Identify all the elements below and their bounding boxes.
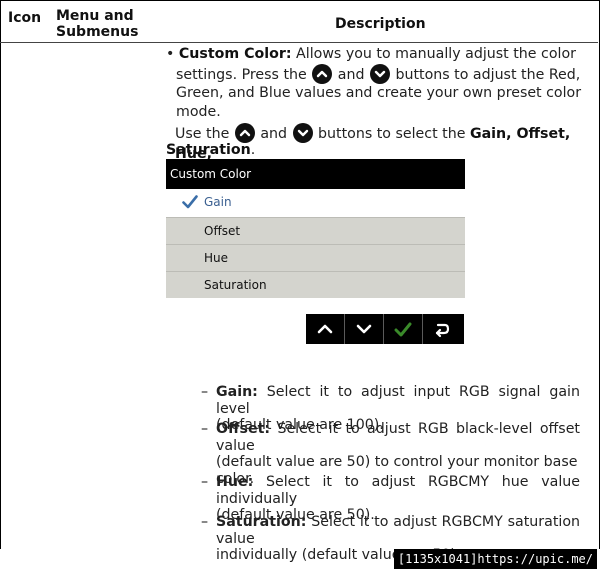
table-header: Icon Menu and Submenus Description [0, 0, 598, 43]
down-button-icon [292, 123, 313, 143]
osd-item-gain[interactable]: Gain [166, 189, 465, 216]
back-icon [435, 323, 450, 338]
intro-text5b: and [255, 126, 292, 142]
nav-back-button[interactable] [423, 314, 464, 344]
nav-confirm-button[interactable] [384, 314, 423, 344]
intro-line3: Green, and Blue values and create your o… [176, 85, 582, 101]
intro-bullet: • [166, 46, 175, 62]
osd-item-hue[interactable]: Hue [166, 244, 465, 271]
chevron-down-icon [356, 324, 372, 334]
intro-line6: Saturation. [166, 141, 255, 161]
osd-item-saturation[interactable]: Saturation [166, 271, 465, 298]
intro-text2c: buttons to adjust the Red, [390, 67, 581, 83]
header-menu-column: Menu and Submenus [56, 8, 138, 40]
bullet-label: Gain: [216, 384, 258, 400]
osd-item-label: Saturation [204, 278, 267, 292]
bullet-text: Select it to adjust input RGB signal gai… [216, 384, 580, 417]
check-icon [182, 195, 198, 209]
bullet-text: Select it to adjust RGBCMY hue value ind… [216, 474, 580, 507]
intro-text5a: Use the [175, 126, 234, 142]
osd-navigation-bar [306, 314, 464, 344]
nav-down-button[interactable] [345, 314, 384, 344]
intro-line1: • Custom Color: Allows you to manually a… [166, 45, 576, 65]
header-icon-column: Icon [8, 10, 42, 26]
up-button-icon [312, 64, 333, 84]
osd-item-label: Hue [204, 251, 229, 265]
nav-up-button[interactable] [306, 314, 345, 344]
intro-text1: Allows you to manually adjust the color [291, 46, 576, 62]
bullet-label: Offset: [216, 421, 271, 437]
bullet-label: Saturation: [216, 514, 307, 530]
bullet-text: Select it to adjust RGB black-level offs… [216, 421, 580, 454]
osd-item-offset[interactable]: Offset [166, 217, 465, 244]
intro-line2: settings. Press the and buttons to adjus… [176, 64, 580, 86]
up-button-icon [234, 123, 255, 143]
bullet-dash-offset: – [201, 421, 209, 437]
image-size-caption: [1135x1041]https://upic.me/ [393, 549, 597, 569]
intro-text2a: settings. Press the [176, 67, 312, 83]
header-menu-line1: Menu and [56, 8, 134, 24]
intro-text6-end: . [250, 142, 256, 158]
bullet-dash-hue: – [201, 474, 209, 490]
intro-bold-label: Custom Color: [178, 46, 292, 62]
bullet-dash-saturation: – [201, 514, 209, 530]
chevron-up-icon [317, 324, 333, 334]
intro-text5c: buttons to select the [313, 126, 470, 142]
osd-item-label: Offset [204, 224, 241, 238]
bullet-label: Hue: [216, 474, 254, 490]
intro-text2b: and [333, 67, 369, 83]
bullet-text: (default value are 50) to control your m… [216, 454, 578, 470]
osd-item-label: Gain [204, 195, 232, 209]
intro-text6-bold: Saturation [166, 142, 251, 158]
osd-menu-title: Custom Color [166, 159, 465, 189]
header-description-column: Description [335, 16, 426, 32]
check-icon [394, 322, 412, 337]
bullet-dash-gain: – [201, 384, 209, 400]
header-menu-line2: Submenus [56, 24, 139, 40]
down-button-icon [369, 64, 390, 84]
intro-line4: mode. [176, 104, 221, 120]
